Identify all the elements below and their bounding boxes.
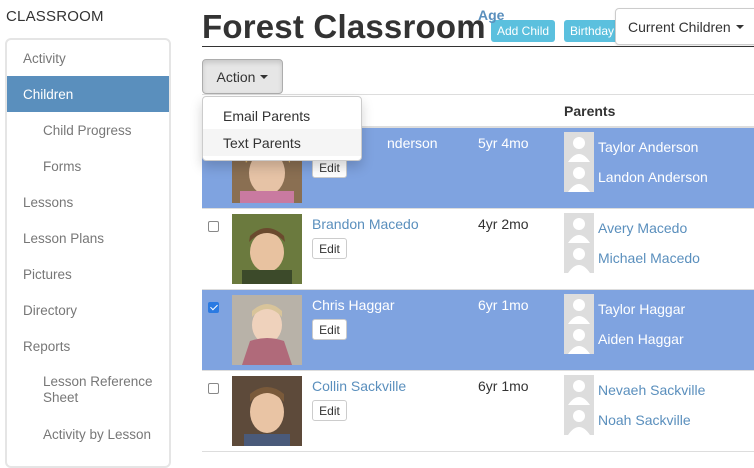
parent-entry[interactable]: Taylor Haggar [564, 294, 685, 324]
sidebar-item-activity[interactable]: Activity [7, 40, 169, 76]
sidebar-item-child-progress[interactable]: Child Progress [7, 112, 169, 148]
parent-name-link[interactable]: Nevaeh Sackville [598, 382, 705, 398]
child-name-link[interactable]: Collin Sackville [312, 378, 406, 394]
row-checkbox[interactable] [208, 221, 219, 232]
sidebar-item-forms[interactable]: Forms [7, 148, 169, 184]
table-divider [202, 94, 754, 95]
parent-name-link[interactable]: Taylor Haggar [598, 301, 685, 317]
parent-entry[interactable]: Aiden Haggar [564, 324, 684, 354]
child-photo [232, 295, 302, 365]
child-age: 4yr 2mo [478, 216, 529, 232]
avatar [564, 324, 594, 354]
sidebar-item-label: Child Progress [43, 122, 132, 138]
row-checkbox[interactable] [208, 302, 219, 313]
filter-selected-label: Current Children [628, 18, 731, 35]
child-name-link[interactable]: Brandon Macedo [312, 216, 419, 232]
table-row[interactable]: Collin Sackville Edit 6yr 1mo Nevaeh Sac… [202, 371, 754, 452]
child-photo [232, 376, 302, 446]
child-age: 6yr 1mo [478, 378, 529, 394]
sidebar-item-lesson-reference-sheet[interactable]: Lesson Reference Sheet [7, 364, 169, 416]
children-filter-dropdown[interactable]: Current Children [615, 8, 754, 45]
sidebar-item-lessons[interactable]: Lessons [7, 184, 169, 220]
sidebar-item-label: Reports [23, 338, 71, 354]
action-button[interactable]: Action [202, 59, 283, 94]
child-photo [232, 214, 302, 284]
add-child-button[interactable]: Add Child [491, 20, 556, 42]
row-checkbox[interactable] [208, 383, 219, 394]
sidebar-item-label: Pictures [23, 266, 72, 282]
parent-name-link[interactable]: Noah Sackville [598, 412, 691, 428]
child-name-link[interactable]: Chris Haggar [312, 297, 394, 313]
sidebar-item-label: Forms [43, 158, 82, 174]
avatar [564, 405, 594, 435]
parent-entry[interactable]: Avery Macedo [564, 213, 687, 243]
table-row[interactable]: Brandon Macedo Edit 4yr 2mo Avery Macedo… [202, 209, 754, 290]
sidebar-item-label: Activity by Lesson [43, 426, 152, 442]
menu-item-email-parents[interactable]: Email Parents [203, 102, 361, 129]
parent-name-link[interactable]: Avery Macedo [598, 220, 687, 236]
sidebar-item-reports[interactable]: Reports [7, 328, 169, 364]
sidebar-item-directory[interactable]: Directory [7, 292, 169, 328]
sidebar-item-activity-by-lesson[interactable]: Activity by Lesson [7, 416, 169, 452]
action-menu: Email Parents Text Parents [202, 96, 362, 161]
parent-entry[interactable]: Taylor Anderson [564, 132, 698, 162]
parent-name-link[interactable]: Taylor Anderson [598, 139, 698, 155]
parent-name-link[interactable]: Aiden Haggar [598, 331, 684, 347]
edit-button[interactable]: Edit [312, 238, 347, 259]
parent-entry[interactable]: Landon Anderson [564, 162, 708, 192]
avatar [564, 243, 594, 273]
avatar [564, 294, 594, 324]
column-header-age[interactable]: Age [478, 7, 504, 23]
sidebar-item-lesson-plans[interactable]: Lesson Plans [7, 220, 169, 256]
sidebar-item-children[interactable]: Children [7, 76, 169, 112]
table-row[interactable]: Chris Haggar Edit 6yr 1mo Taylor Haggar … [202, 290, 754, 371]
chevron-down-icon [260, 74, 269, 79]
sidebar-item-label: Lessons [23, 194, 74, 210]
child-name-link[interactable]: nderson [387, 135, 438, 151]
column-header-parents: Parents [564, 103, 616, 119]
child-age: 6yr 1mo [478, 297, 529, 313]
sidebar-item-label: Lesson Plans [23, 230, 105, 246]
avatar [564, 162, 594, 192]
title-divider [202, 46, 754, 47]
child-age: 5yr 4mo [478, 135, 529, 151]
avatar [564, 213, 594, 243]
sidebar-item-label: Lesson Reference Sheet [43, 374, 153, 405]
edit-button[interactable]: Edit [312, 319, 347, 340]
avatar [564, 375, 594, 405]
menu-item-text-parents[interactable]: Text Parents [203, 129, 361, 156]
parent-entry[interactable]: Noah Sackville [564, 405, 691, 435]
sidebar-nav: Activity Children Child Progress Forms L… [5, 38, 171, 468]
action-button-label: Action [216, 68, 256, 85]
parent-entry[interactable]: Michael Macedo [564, 243, 700, 273]
sidebar-item-label: Children [23, 86, 74, 102]
birthday-button[interactable]: Birthday [564, 20, 616, 42]
parent-entry[interactable]: Nevaeh Sackville [564, 375, 705, 405]
sidebar-item-label: Activity [23, 50, 66, 66]
page-title: Forest Classroom [202, 8, 486, 45]
sidebar-item-label: Directory [23, 302, 78, 318]
sidebar-item-pictures[interactable]: Pictures [7, 256, 169, 292]
brand-title: CLASSROOM [6, 8, 104, 25]
parent-name-link[interactable]: Landon Anderson [598, 169, 708, 185]
parent-name-link[interactable]: Michael Macedo [598, 250, 700, 266]
edit-button[interactable]: Edit [312, 400, 347, 421]
chevron-down-icon [735, 24, 744, 29]
avatar [564, 132, 594, 162]
